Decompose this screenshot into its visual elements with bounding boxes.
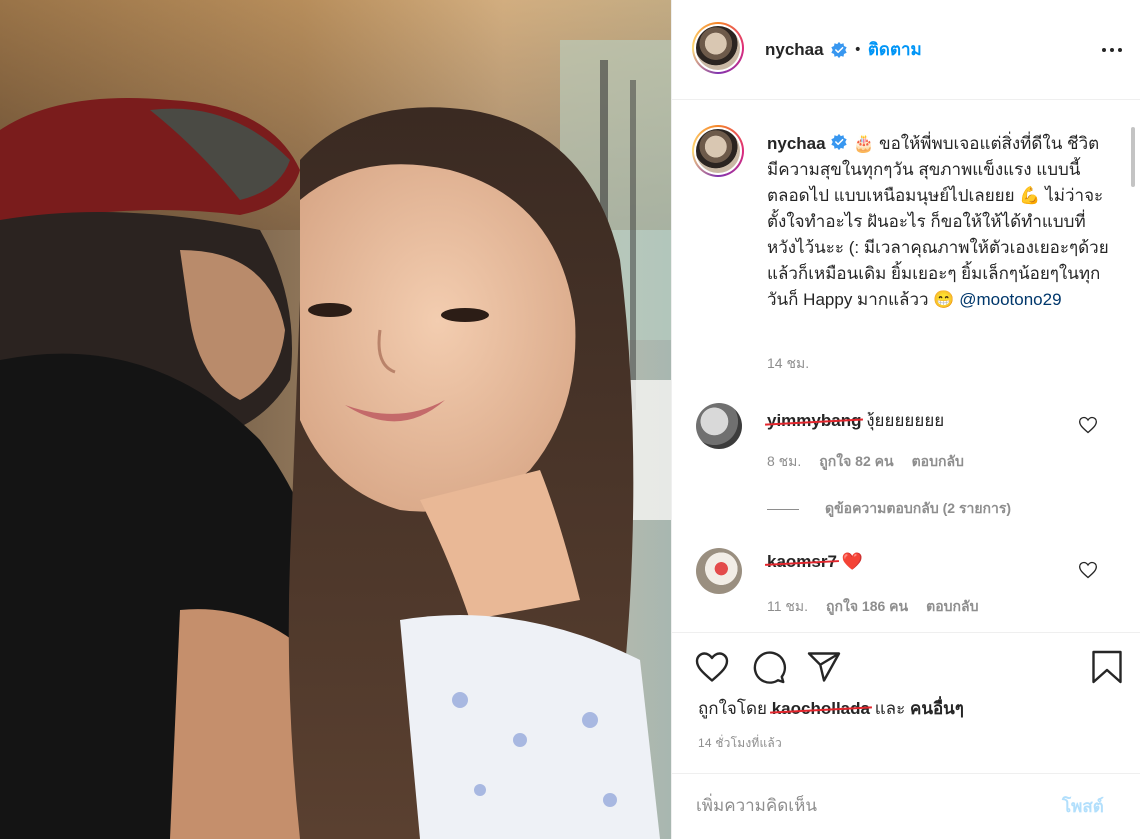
muscle-emoji: 💪	[1019, 186, 1041, 205]
comment-meta: 8 ชม. ถูกใจ 82 คน ตอบกลับ	[767, 451, 964, 473]
share-icon[interactable]	[806, 649, 842, 685]
comment-meta: 11 ชม. ถูกใจ 186 คน ตอบกลับ	[767, 596, 978, 618]
comment-input[interactable]	[696, 790, 1036, 822]
comment-like-icon[interactable]	[1078, 560, 1098, 580]
post-photo[interactable]	[0, 0, 671, 839]
post-timestamp[interactable]: 14 ชั่วโมงที่แล้ว	[698, 734, 782, 753]
heart-emoji: ❤️	[841, 552, 863, 571]
comment-item: kaomsr7 ❤️	[767, 552, 863, 572]
verified-badge-icon	[831, 133, 847, 151]
liked-by-user[interactable]: kaochollada	[772, 699, 870, 719]
comment-icon[interactable]	[751, 649, 787, 685]
comment-username[interactable]: kaomsr7	[767, 552, 837, 572]
post-header: nychaa • ติดตาม	[672, 0, 1140, 100]
scrollbar[interactable]	[1131, 127, 1135, 187]
view-replies-button[interactable]: ดูข้อความตอบกลับ (2 รายการ)	[767, 498, 1011, 520]
caption-timestamp[interactable]: 14 ชม.	[767, 353, 809, 375]
author-avatar[interactable]	[692, 22, 744, 74]
author-username[interactable]: nychaa	[765, 40, 824, 60]
separator-dot: •	[853, 41, 862, 58]
cake-emoji: 🎂	[853, 134, 875, 153]
post-actions: ถูกใจโดย kaochollada และ คนอื่นๆ 14 ชั่ว…	[672, 632, 1140, 779]
caption-mention-link[interactable]: @mootono29	[959, 290, 1061, 309]
grin-emoji: 😁	[933, 290, 955, 309]
follow-button[interactable]: ติดตาม	[868, 36, 922, 63]
comment-reply-button[interactable]: ตอบกลับ	[926, 596, 978, 618]
verified-badge-icon	[830, 41, 847, 58]
photo-illustration	[0, 0, 671, 839]
comment-composer: โพสต์	[672, 773, 1140, 839]
view-replies-label[interactable]: ดูข้อความตอบกลับ (2 รายการ)	[825, 498, 1011, 520]
comment-avatar[interactable]	[696, 548, 742, 594]
comment-time[interactable]: 8 ชม.	[767, 451, 801, 473]
comment-like-icon[interactable]	[1078, 415, 1098, 435]
liked-by-summary: ถูกใจโดย kaochollada และ คนอื่นๆ	[698, 695, 964, 722]
heart-icon[interactable]	[694, 649, 730, 685]
comment-item: yimmybang งุ้ยยยยยยย	[767, 407, 944, 434]
liked-by-others-link[interactable]: คนอื่นๆ	[910, 699, 964, 718]
comment-like-count[interactable]: ถูกใจ 82 คน	[819, 451, 893, 473]
more-options-icon[interactable]	[1100, 38, 1124, 62]
post-details-panel: nychaa • ติดตาม nychaa 🎂 ขอให้พี่พบเจอแต	[671, 0, 1140, 839]
comments-list[interactable]: nychaa 🎂 ขอให้พี่พบเจอแต่สิ่งที่ดีใน ชีว…	[672, 101, 1140, 631]
bookmark-icon[interactable]	[1089, 649, 1125, 685]
comment-username[interactable]: yimmybang	[767, 411, 861, 431]
liked-by-and: และ	[874, 699, 906, 718]
comment-like-count[interactable]: ถูกใจ 186 คน	[826, 596, 908, 618]
post-caption: nychaa 🎂 ขอให้พี่พบเจอแต่สิ่งที่ดีใน ชีว…	[767, 131, 1112, 313]
comment-avatar[interactable]	[696, 403, 742, 449]
view-replies-line	[767, 508, 799, 510]
comment-reply-button[interactable]: ตอบกลับ	[912, 451, 964, 473]
caption-author-avatar[interactable]	[692, 125, 744, 177]
comment-time[interactable]: 11 ชม.	[767, 596, 808, 618]
comment-text: งุ้ยยยยยยย	[866, 411, 945, 430]
liked-by-prefix: ถูกใจโดย	[698, 699, 767, 718]
post-comment-button[interactable]: โพสต์	[1062, 793, 1104, 820]
caption-username[interactable]: nychaa	[767, 134, 826, 153]
